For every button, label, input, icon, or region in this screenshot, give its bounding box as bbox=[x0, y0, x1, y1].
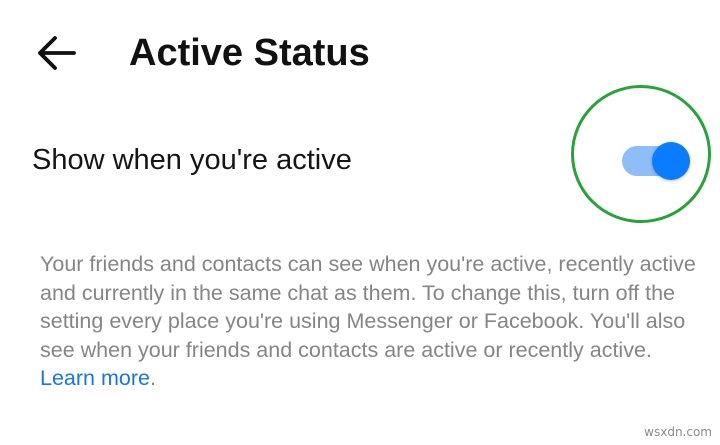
learn-more-link[interactable]: Learn more bbox=[40, 366, 150, 390]
header: Active Status bbox=[0, 0, 720, 105]
description-body: Your friends and contacts can see when y… bbox=[40, 252, 696, 362]
active-status-setting-row: Show when you're active bbox=[0, 120, 720, 200]
arrow-left-icon bbox=[38, 36, 76, 70]
back-button[interactable] bbox=[28, 28, 84, 78]
page-title: Active Status bbox=[129, 32, 370, 74]
watermark: wsxdn.com bbox=[644, 425, 712, 439]
setting-label: Show when you're active bbox=[32, 144, 352, 176]
toggle-knob bbox=[652, 142, 690, 180]
description-text: Your friends and contacts can see when y… bbox=[40, 250, 700, 393]
description-trailing: . bbox=[149, 366, 156, 390]
active-status-toggle[interactable] bbox=[622, 142, 690, 180]
